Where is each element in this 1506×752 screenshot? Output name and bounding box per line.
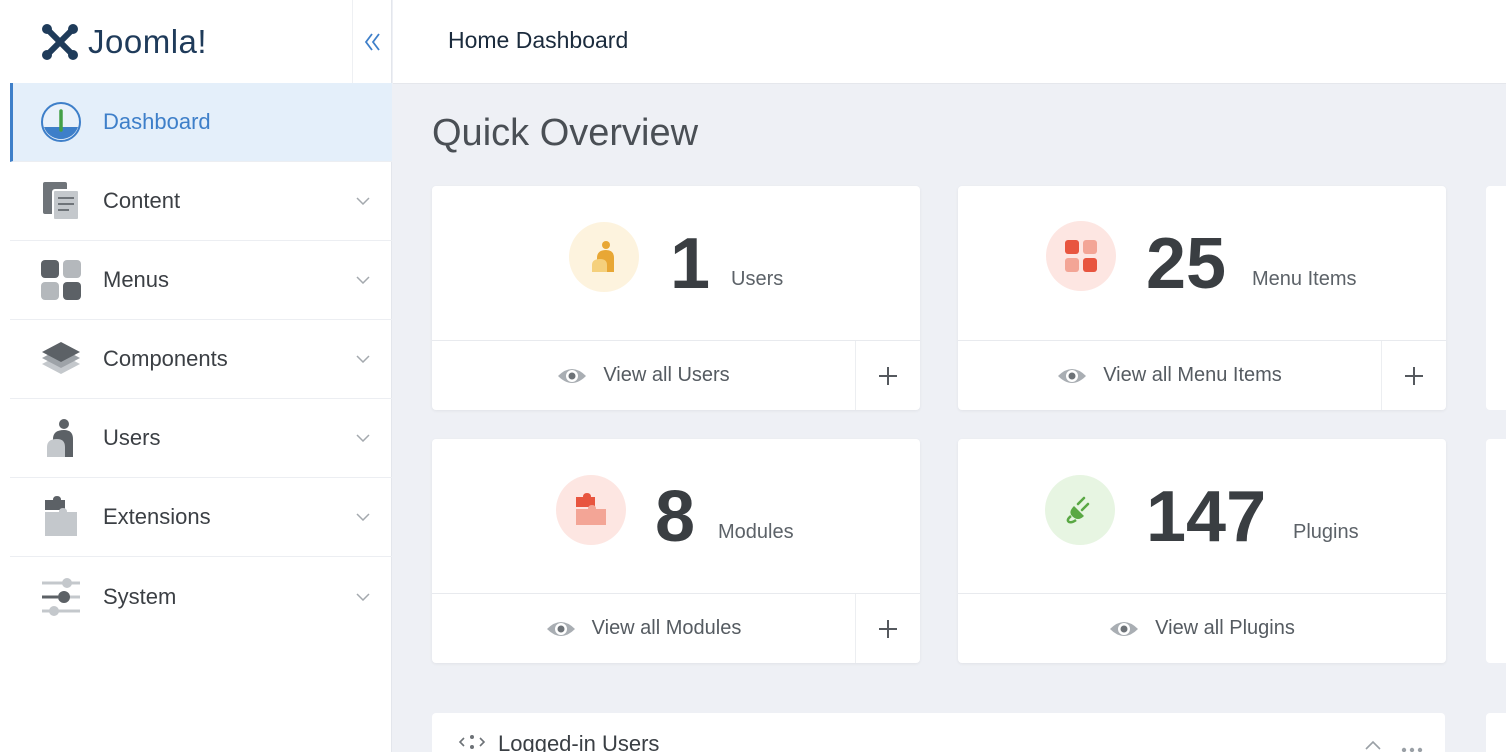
view-all-plugins-link[interactable]: View all Plugins xyxy=(958,594,1446,663)
card-summary: 8 Modules xyxy=(432,439,920,594)
move-handle-icon[interactable] xyxy=(458,734,486,752)
view-all-modules-link[interactable]: View all Modules xyxy=(432,594,856,663)
add-user-button[interactable] xyxy=(856,341,920,410)
quick-card-menu-items: 25 Menu Items View all Menu Items xyxy=(958,186,1446,410)
modules-icon xyxy=(556,475,626,545)
view-all-users-link[interactable]: View all Users xyxy=(432,341,856,410)
users-icon xyxy=(40,417,82,459)
components-icon xyxy=(40,338,82,380)
chevron-down-icon xyxy=(356,197,370,205)
chevron-down-icon xyxy=(356,592,370,601)
quick-card-plugins: 147 Plugins View all Plugins xyxy=(958,439,1446,663)
eye-icon xyxy=(1109,619,1139,639)
plugins-icon xyxy=(1045,475,1115,545)
more-options-icon[interactable] xyxy=(1401,740,1423,752)
sidebar-item-label: Dashboard xyxy=(103,109,211,134)
view-all-label: View all Users xyxy=(603,364,730,386)
chevron-down-icon xyxy=(356,434,370,442)
add-menu-item-button[interactable] xyxy=(1382,341,1446,410)
sidebar-item-extensions[interactable]: Extensions xyxy=(10,478,392,557)
joomla-logo-icon xyxy=(42,24,78,60)
sidebar-item-menus[interactable]: Menus xyxy=(10,241,392,320)
users-count: 1 xyxy=(670,224,711,304)
sidebar-item-label: Menus xyxy=(103,267,170,292)
plugins-count: 147 xyxy=(1146,477,1267,557)
double-chevron-left-icon xyxy=(364,33,380,51)
quick-card-partial xyxy=(1486,186,1506,410)
menu-items-icon xyxy=(1046,221,1116,291)
brand-logo[interactable]: Joomla! xyxy=(0,0,352,84)
users-icon xyxy=(569,222,639,292)
page-header-title: Home Dashboard xyxy=(448,27,629,53)
view-all-label: View all Plugins xyxy=(1155,617,1295,639)
sidebar-item-dashboard[interactable]: Dashboard xyxy=(10,83,392,162)
eye-icon xyxy=(557,366,587,386)
chevron-down-icon xyxy=(356,276,370,284)
users-count-label: Users xyxy=(731,268,784,290)
sidebar-item-users[interactable]: Users xyxy=(10,399,392,478)
sidebar-item-content[interactable]: Content xyxy=(10,162,392,241)
menu-items-count-label: Menu Items xyxy=(1252,268,1357,290)
logged-in-users-card: Logged-in Users xyxy=(432,713,1445,752)
sidebar-item-label: Components xyxy=(103,346,228,371)
chevron-up-icon[interactable] xyxy=(1365,737,1381,752)
quick-card-partial xyxy=(1486,439,1506,663)
plus-icon xyxy=(1405,366,1423,385)
sidebar-toggle-button[interactable] xyxy=(352,0,392,84)
quick-card-users: 1 Users View all Users xyxy=(432,186,920,410)
brand-name: Joomla! xyxy=(88,23,208,60)
dashboard-icon xyxy=(40,101,82,143)
system-icon xyxy=(40,576,82,618)
content-icon xyxy=(40,180,82,222)
add-module-button[interactable] xyxy=(856,594,920,663)
extensions-icon xyxy=(40,496,82,538)
top-header: Home Dashboard xyxy=(393,0,1506,84)
modules-count-label: Modules xyxy=(718,521,794,543)
card-summary: 25 Menu Items xyxy=(958,186,1446,341)
plugins-count-label: Plugins xyxy=(1293,521,1359,543)
sidebar-item-system[interactable]: System xyxy=(10,557,392,636)
plus-icon xyxy=(879,619,897,638)
eye-icon xyxy=(546,619,576,639)
sidebar-item-label: Extensions xyxy=(103,504,211,529)
sidebar-item-label: System xyxy=(103,583,177,609)
sidebar: Joomla! Dashboard Content Menus Componen… xyxy=(0,0,392,752)
sidebar-item-components[interactable]: Components xyxy=(10,320,392,399)
sidebar-item-label: Content xyxy=(103,188,181,213)
card-summary: 147 Plugins xyxy=(958,439,1446,594)
eye-icon xyxy=(1057,366,1087,386)
view-all-menu-items-link[interactable]: View all Menu Items xyxy=(958,341,1382,410)
card-title: Logged-in Users xyxy=(498,731,660,752)
view-all-label: View all Modules xyxy=(591,617,742,639)
modules-count: 8 xyxy=(655,477,696,557)
plus-icon xyxy=(879,366,897,385)
card-summary: 1 Users xyxy=(432,186,920,341)
menus-icon xyxy=(40,259,82,301)
quick-card-modules: 8 Modules View all Modules xyxy=(432,439,920,663)
sidebar-nav: Dashboard Content Menus Components Users… xyxy=(10,83,392,636)
menu-items-count: 25 xyxy=(1146,224,1227,304)
page-title: Quick Overview xyxy=(432,112,699,154)
chevron-down-icon xyxy=(356,355,370,363)
view-all-label: View all Menu Items xyxy=(1103,364,1282,386)
chevron-down-icon xyxy=(356,513,370,521)
sidebar-item-label: Users xyxy=(103,425,161,450)
partial-card xyxy=(1486,713,1506,752)
